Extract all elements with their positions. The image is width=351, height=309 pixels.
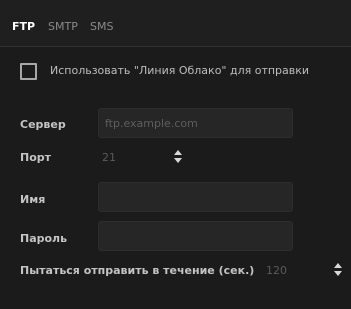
server-input[interactable]: [98, 108, 293, 138]
port-stepper[interactable]: 21: [98, 149, 188, 167]
username-label: Имя: [20, 193, 46, 206]
port-value[interactable]: 21: [102, 151, 116, 165]
send-timeout-stepper[interactable]: 120: [262, 262, 348, 280]
tab-sms[interactable]: SMS: [90, 21, 113, 33]
server-label: Сервер: [20, 118, 66, 131]
up-down-arrows-icon[interactable]: [334, 262, 342, 280]
port-label: Порт: [20, 151, 52, 164]
settings-tab-bar: FTP SMTP SMS: [0, 0, 351, 47]
use-cloud-label: Использовать "Линия Облако" для отправки: [50, 64, 310, 77]
cloud-option-row[interactable]: Использовать "Линия Облако" для отправки: [20, 63, 340, 81]
decrement-arrow-icon[interactable]: [174, 158, 182, 163]
password-label: Пароль: [20, 232, 68, 245]
tab-smtp[interactable]: SMTP: [48, 21, 78, 33]
send-timeout-label: Пытаться отправить в течение (сек.): [20, 264, 255, 277]
send-timeout-value[interactable]: 120: [266, 264, 287, 278]
password-input[interactable]: [98, 221, 293, 251]
username-input[interactable]: [98, 182, 293, 212]
use-cloud-checkbox[interactable]: [20, 63, 37, 80]
decrement-arrow-icon[interactable]: [334, 271, 342, 276]
increment-arrow-icon[interactable]: [174, 150, 182, 155]
up-down-arrows-icon[interactable]: [174, 149, 182, 167]
ftp-settings-panel: FTP SMTP SMS Использовать "Линия Облако"…: [0, 0, 351, 309]
tab-ftp[interactable]: FTP: [12, 21, 35, 33]
increment-arrow-icon[interactable]: [334, 263, 342, 268]
